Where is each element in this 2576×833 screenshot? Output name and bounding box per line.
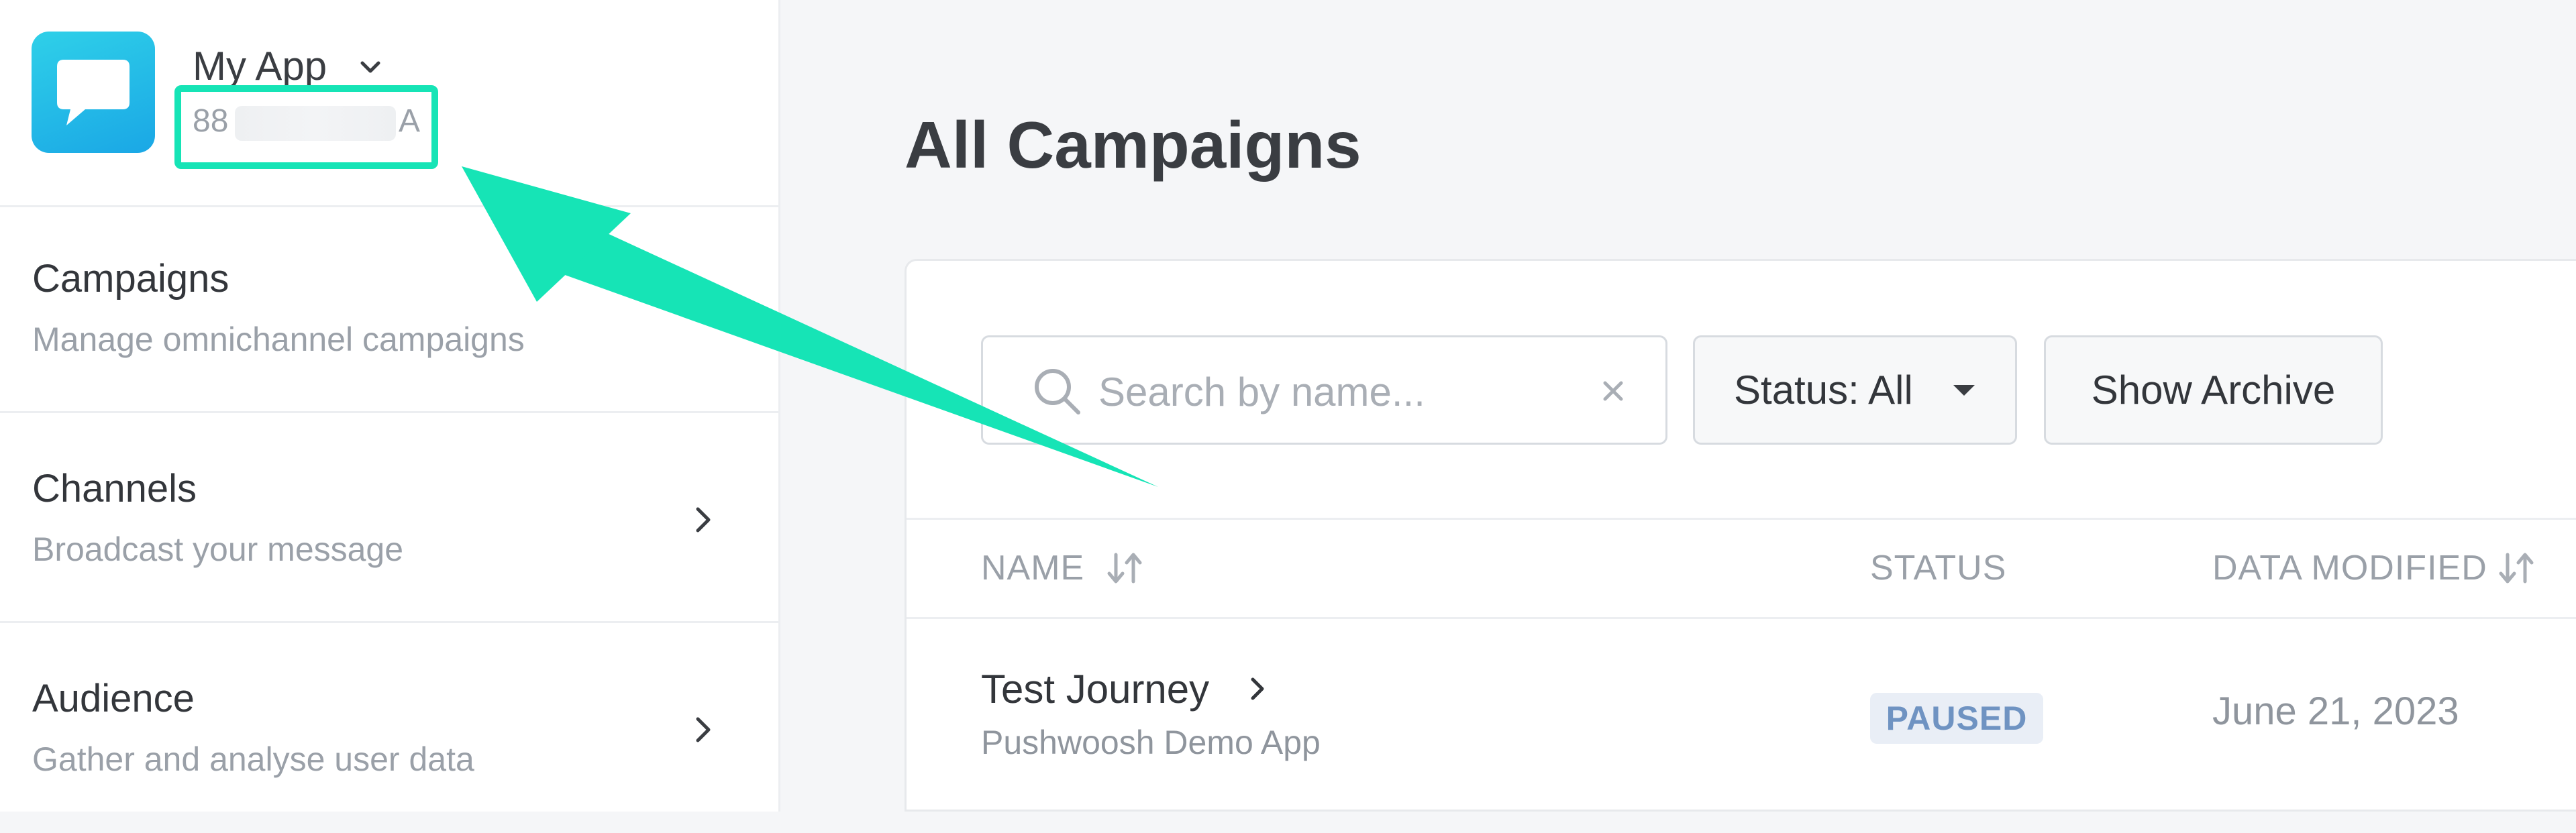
app-logo — [32, 32, 155, 153]
date-modified: June 21, 2023 — [2212, 689, 2459, 733]
table-row[interactable]: Test Journey Pushwoosh Demo App PAUSED J… — [907, 619, 2576, 814]
sidebar-item-channels[interactable]: Channels Broadcast your message — [0, 415, 778, 623]
search-input[interactable] — [1097, 357, 1596, 426]
chevron-right-icon — [696, 507, 711, 533]
app-switcher[interactable]: My App 88 A — [0, 0, 778, 207]
sort-icon[interactable] — [2495, 548, 2537, 588]
column-header-name[interactable]: NAME — [981, 548, 1084, 588]
app-name[interactable]: My App — [193, 43, 327, 89]
clear-icon[interactable] — [1594, 372, 1632, 410]
campaigns-panel: Status: All Show Archive NAME STATUS DAT… — [905, 259, 2576, 812]
sidebar-item-title: Channels — [32, 467, 197, 510]
sidebar-item-subtitle: Gather and analyse user data — [32, 740, 474, 778]
chevron-right-icon[interactable] — [1247, 673, 1268, 705]
status-filter-dropdown[interactable]: Status: All — [1693, 335, 2017, 445]
chevron-right-icon — [696, 297, 711, 323]
chat-bubble-icon — [57, 60, 130, 125]
toolbar: Status: All Show Archive — [907, 261, 2576, 520]
chevron-right-icon — [696, 717, 711, 742]
sidebar-item-campaigns[interactable]: Campaigns Manage omnichannel campaigns — [0, 205, 778, 413]
sidebar: My App 88 A Campaigns Manage omnichannel… — [0, 0, 780, 812]
search-icon — [1035, 369, 1080, 414]
sort-icon[interactable] — [1104, 548, 1145, 588]
app-id-highlight — [174, 85, 438, 169]
column-header-status: STATUS — [1870, 549, 2007, 588]
caret-down-icon — [1953, 385, 1975, 396]
table-header: NAME STATUS DATA MODIFIED — [907, 520, 2576, 619]
search-box[interactable] — [981, 335, 1667, 445]
campaign-name[interactable]: Test Journey — [981, 666, 1209, 712]
sidebar-item-subtitle: Broadcast your message — [32, 531, 404, 568]
column-header-modified[interactable]: DATA MODIFIED — [2212, 548, 2487, 588]
sidebar-item-title: Audience — [32, 677, 195, 720]
page-title: All Campaigns — [905, 108, 1361, 182]
campaign-app: Pushwoosh Demo App — [981, 724, 1321, 761]
sidebar-item-title: Campaigns — [32, 257, 229, 300]
status-filter-label: Status: All — [1734, 368, 1913, 412]
chevron-down-icon[interactable] — [357, 54, 384, 80]
status-badge: PAUSED — [1870, 693, 2043, 744]
sidebar-item-subtitle: Manage omnichannel campaigns — [32, 321, 525, 358]
sidebar-item-audience[interactable]: Audience Gather and analyse user data — [0, 625, 778, 833]
show-archive-button[interactable]: Show Archive — [2044, 335, 2383, 445]
